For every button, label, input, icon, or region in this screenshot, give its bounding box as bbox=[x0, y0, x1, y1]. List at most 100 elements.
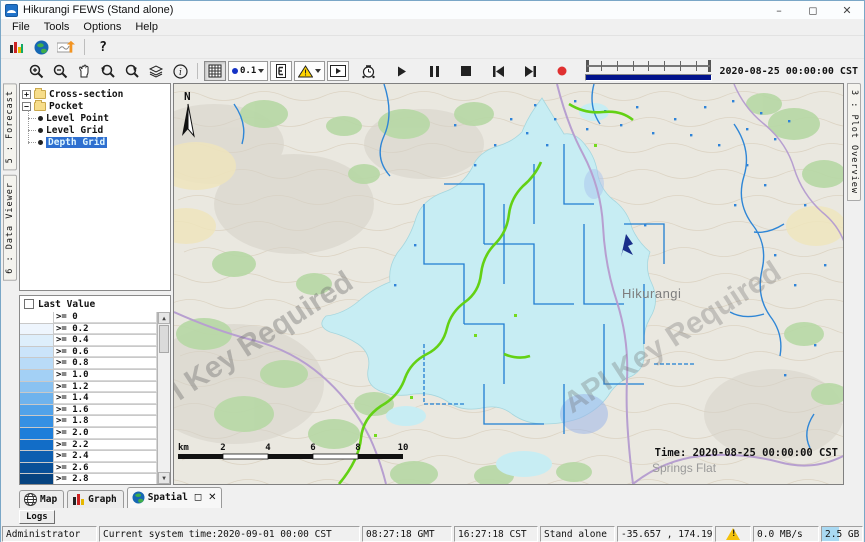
legend-label: >= 2.4 bbox=[54, 451, 157, 462]
collapse-icon[interactable]: − bbox=[22, 102, 31, 111]
logs-button[interactable]: Logs bbox=[19, 510, 55, 524]
left-panel: + Cross-section − Pocket Level Point bbox=[19, 83, 171, 485]
threshold-dropdown[interactable]: 0.1 bbox=[228, 61, 268, 81]
tab-forecast[interactable]: 5 : Forecast bbox=[3, 83, 17, 170]
status-warning-cell[interactable] bbox=[715, 526, 751, 542]
tab-spatial[interactable]: Spatial ◻ ✕ bbox=[127, 487, 222, 508]
tree-label-selected: Depth Grid bbox=[46, 137, 107, 148]
scroll-thumb[interactable] bbox=[159, 325, 169, 353]
svg-text:!: ! bbox=[303, 68, 308, 77]
legend-label: >= 1.6 bbox=[54, 405, 157, 416]
legend-row: >= 2.6 bbox=[20, 463, 157, 475]
app-logo-icon bbox=[5, 4, 18, 17]
legend-label: >= 0.8 bbox=[54, 358, 157, 369]
legend-swatch bbox=[20, 347, 54, 358]
legend-label: >= 1.2 bbox=[54, 382, 157, 393]
scroll-up-icon[interactable]: ▲ bbox=[158, 312, 170, 324]
help-icon[interactable]: ? bbox=[92, 37, 114, 57]
toolbar-separator bbox=[84, 39, 85, 55]
menu-item[interactable]: Help bbox=[129, 20, 164, 34]
zoom-previous-icon[interactable] bbox=[97, 61, 119, 81]
tree-node-level-grid[interactable]: Level Grid bbox=[36, 124, 168, 136]
map-viewport[interactable]: API Key Required API Key Required Hikura… bbox=[173, 83, 844, 485]
record-icon[interactable] bbox=[551, 61, 573, 81]
map-toolbar: i 0.1 ! bbox=[1, 58, 864, 83]
maximize-button[interactable]: ◻ bbox=[796, 1, 830, 19]
zoom-out-icon[interactable] bbox=[49, 61, 71, 81]
window-title: Hikurangi FEWS (Stand alone) bbox=[23, 4, 173, 16]
tab-maximize-icon[interactable]: ◻ bbox=[194, 492, 202, 503]
play-icon[interactable] bbox=[391, 61, 413, 81]
pause-icon[interactable] bbox=[423, 61, 445, 81]
legend-label: >= 2.6 bbox=[54, 463, 157, 474]
legend-label: >= 2.8 bbox=[54, 474, 157, 484]
tree-label: Level Grid bbox=[46, 125, 103, 136]
legend-swatch bbox=[20, 370, 54, 381]
svg-text:8: 8 bbox=[355, 443, 360, 453]
grid-icon[interactable] bbox=[204, 61, 226, 81]
chart-arrow-icon[interactable] bbox=[55, 37, 77, 57]
tab-map[interactable]: Map bbox=[19, 490, 64, 508]
tab-close-icon[interactable]: ✕ bbox=[208, 492, 216, 503]
menu-item[interactable]: Options bbox=[77, 20, 127, 34]
tree-node-depth-grid[interactable]: Depth Grid bbox=[36, 136, 168, 148]
play-window-icon[interactable] bbox=[327, 61, 349, 81]
legend-label: >= 0 bbox=[54, 312, 157, 323]
folder-icon bbox=[34, 90, 46, 99]
legend-label: >= 1.4 bbox=[54, 393, 157, 404]
skip-back-icon[interactable] bbox=[487, 61, 509, 81]
app-window: Hikurangi FEWS (Stand alone) – ◻ ✕ FileT… bbox=[0, 0, 865, 542]
status-network: 0.0 MB/s bbox=[753, 526, 819, 542]
legend-label: >= 0.6 bbox=[54, 347, 157, 358]
layers-icon[interactable] bbox=[145, 61, 167, 81]
layer-tree: + Cross-section − Pocket Level Point bbox=[19, 83, 171, 291]
bar-chart-icon[interactable] bbox=[5, 37, 27, 57]
tree-label: Pocket bbox=[49, 101, 83, 112]
stop-icon[interactable] bbox=[455, 61, 477, 81]
close-button[interactable]: ✕ bbox=[830, 1, 864, 19]
scroll-down-icon[interactable]: ▼ bbox=[158, 472, 170, 484]
zoom-in-icon[interactable] bbox=[25, 61, 47, 81]
expand-icon[interactable]: + bbox=[22, 90, 31, 99]
legend-row: >= 0.2 bbox=[20, 324, 157, 336]
time-range-bar[interactable] bbox=[585, 74, 711, 81]
status-mode: Stand alone bbox=[540, 526, 615, 542]
frame-e-icon[interactable] bbox=[270, 61, 292, 81]
legend-swatch bbox=[20, 335, 54, 346]
time-slider[interactable] bbox=[585, 60, 711, 82]
zoom-next-icon[interactable] bbox=[121, 61, 143, 81]
tree-node-pocket[interactable]: − Pocket bbox=[22, 100, 168, 112]
status-system-time: Current system time:2020-09-01 00:00 CST bbox=[99, 526, 360, 542]
timer-icon[interactable] bbox=[357, 61, 379, 81]
warning-dropdown[interactable]: ! bbox=[294, 61, 325, 81]
tree-label: Level Point bbox=[46, 113, 109, 124]
wireframe-globe-icon bbox=[24, 493, 37, 506]
pan-icon[interactable] bbox=[73, 61, 95, 81]
tab-graph[interactable]: Graph bbox=[67, 490, 124, 508]
legend-row: >= 0.4 bbox=[20, 335, 157, 347]
info-icon[interactable]: i bbox=[169, 61, 191, 81]
skip-forward-icon[interactable] bbox=[519, 61, 541, 81]
tree-node-cross-section[interactable]: + Cross-section bbox=[22, 88, 168, 100]
map-time-label: Time: 2020-08-25 00:00:00 CST bbox=[655, 447, 838, 459]
tree-node-level-point[interactable]: Level Point bbox=[36, 112, 168, 124]
legend-row: >= 2.0 bbox=[20, 428, 157, 440]
menu-item[interactable]: File bbox=[6, 20, 36, 34]
last-value-checkbox[interactable] bbox=[24, 299, 34, 309]
warning-icon bbox=[726, 528, 740, 540]
legend-swatch bbox=[20, 474, 54, 484]
tree-label: Cross-section bbox=[49, 89, 123, 100]
legend-row: >= 2.2 bbox=[20, 440, 157, 452]
legend-scrollbar[interactable]: ▲ ▼ bbox=[157, 312, 170, 484]
threshold-value: 0.1 bbox=[240, 66, 256, 76]
minimize-button[interactable]: – bbox=[762, 1, 796, 19]
bullet-icon bbox=[38, 128, 43, 133]
legend-swatch bbox=[20, 358, 54, 369]
status-coordinates: -35.657 , 174.199 bbox=[617, 526, 713, 542]
tab-data-viewer[interactable]: 6 : Data Viewer bbox=[3, 175, 17, 281]
tab-plot-overview[interactable]: 3 : Plot Overview bbox=[847, 83, 861, 201]
globe-icon[interactable] bbox=[30, 37, 52, 57]
legend-row: >= 2.8 bbox=[20, 474, 157, 484]
tab-graph-label: Graph bbox=[88, 494, 117, 505]
menu-item[interactable]: Tools bbox=[38, 20, 76, 34]
